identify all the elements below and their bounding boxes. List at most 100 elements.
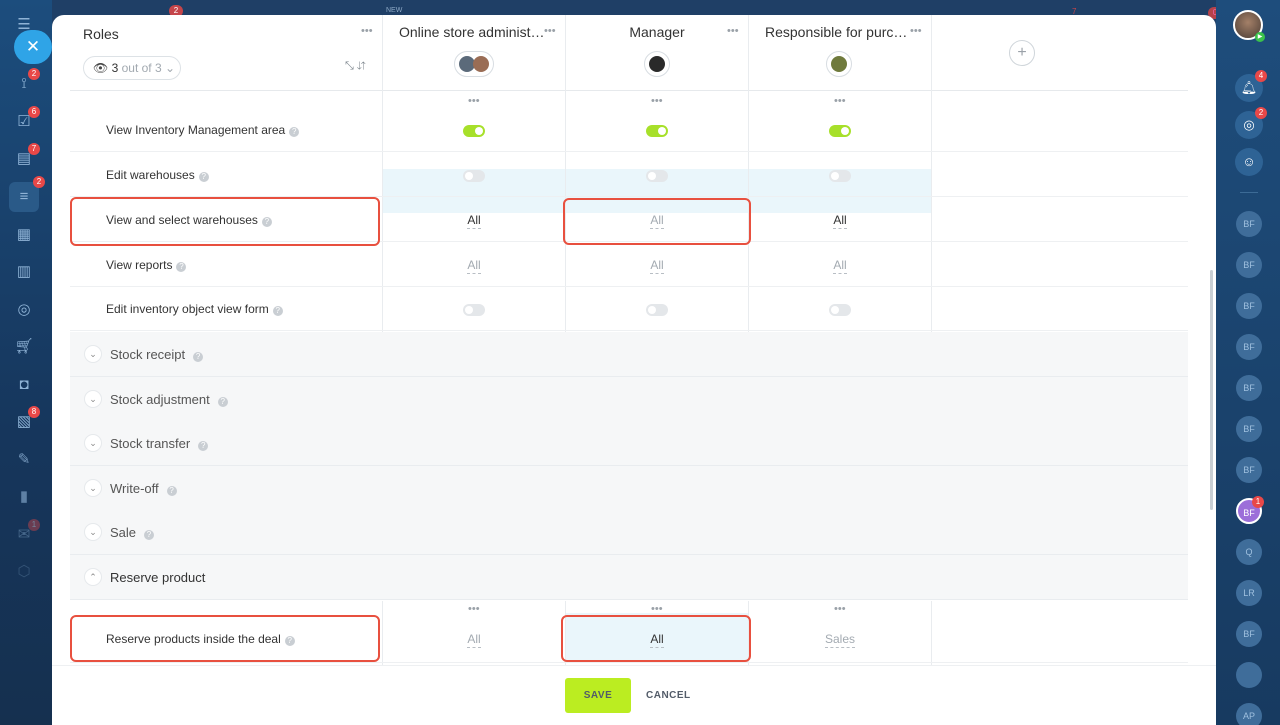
chat-avatar[interactable]: BF xyxy=(1236,457,1262,483)
permission-toggle[interactable] xyxy=(829,169,851,182)
permission-cell[interactable]: All xyxy=(749,243,931,287)
camera-icon[interactable]: ◘ xyxy=(14,375,34,395)
chevron-up-icon[interactable]: ⌃ xyxy=(84,568,102,586)
permission-cell[interactable] xyxy=(566,153,748,197)
calendar-icon[interactable]: ▦ xyxy=(14,225,34,245)
more-icon[interactable]: ••• xyxy=(468,96,480,107)
permission-section[interactable]: ⌄ Stock adjustment? xyxy=(70,377,1188,422)
role-header-online-store-admin[interactable]: Online store administr… xyxy=(383,24,565,40)
permission-cell[interactable] xyxy=(566,287,748,331)
permission-cell[interactable] xyxy=(383,108,565,152)
chat-avatar[interactable]: Q xyxy=(1236,539,1262,565)
permission-section[interactable]: ⌄ Stock receipt? xyxy=(70,332,1188,377)
chat-avatar[interactable]: BF xyxy=(1236,211,1262,237)
chat-avatar[interactable] xyxy=(1236,662,1262,688)
permission-value[interactable]: All xyxy=(833,258,847,274)
help-icon[interactable]: ? xyxy=(166,486,177,496)
inventory-icon[interactable]: ≡ 2 xyxy=(9,176,45,212)
documents-icon[interactable]: ▧ 8 xyxy=(14,406,40,432)
chat-avatar[interactable]: BF xyxy=(1236,375,1262,401)
permission-toggle[interactable] xyxy=(829,303,851,316)
permission-cell[interactable]: All xyxy=(749,198,931,242)
flows-icon[interactable]: ⟟ 2 xyxy=(14,68,40,94)
save-button[interactable]: SAVE xyxy=(565,678,631,713)
permission-cell[interactable] xyxy=(749,108,931,152)
permission-toggle[interactable] xyxy=(463,124,485,137)
help-icon[interactable]: ? xyxy=(198,172,209,182)
cart-icon[interactable]: 🛒︎ xyxy=(14,337,34,357)
permission-cell[interactable] xyxy=(566,108,748,152)
more-icon[interactable]: ••• xyxy=(834,604,846,615)
permission-toggle[interactable] xyxy=(646,303,668,316)
help-icon[interactable]: ? xyxy=(289,127,300,137)
permission-value[interactable]: All xyxy=(467,213,481,229)
chevron-down-icon[interactable]: ⌄ xyxy=(84,390,102,408)
target-icon[interactable]: ◎ xyxy=(14,300,34,320)
tasks-icon[interactable]: ☑ 6 xyxy=(14,106,40,132)
permission-cell[interactable]: All xyxy=(383,615,565,663)
more-icon[interactable]: ••• xyxy=(544,26,556,37)
chevron-down-icon[interactable]: ⌄ xyxy=(84,479,102,497)
chat-avatar[interactable]: BF xyxy=(1236,252,1262,278)
role-header-manager[interactable]: Manager xyxy=(566,24,748,40)
more-icon[interactable]: ••• xyxy=(651,604,663,615)
role-members-avatar[interactable] xyxy=(454,51,494,77)
help-icon[interactable]: ? xyxy=(217,397,228,407)
cancel-button[interactable]: CANCEL xyxy=(646,678,691,713)
crm-icon[interactable]: ▤ 7 xyxy=(14,143,40,169)
permission-toggle[interactable] xyxy=(829,124,851,137)
add-role-button[interactable]: + xyxy=(1009,40,1035,66)
permission-cell[interactable]: All xyxy=(566,243,748,287)
permission-value[interactable]: All xyxy=(833,213,847,229)
permission-cell[interactable]: Sales xyxy=(749,615,931,663)
more-icon[interactable]: ••• xyxy=(910,26,922,37)
permission-toggle[interactable] xyxy=(463,303,485,316)
permission-toggle[interactable] xyxy=(646,169,668,182)
chevron-down-icon[interactable]: ⌄ xyxy=(84,523,102,541)
permission-cell[interactable]: All xyxy=(383,243,565,287)
permission-section[interactable]: ⌄ Stock transfer? xyxy=(70,421,1188,466)
permission-cell[interactable] xyxy=(383,287,565,331)
permission-toggle[interactable] xyxy=(646,124,668,137)
collapse-expand-icon[interactable]: ⤡ ⇵ xyxy=(345,60,366,73)
more-icon[interactable]: ••• xyxy=(468,604,480,615)
roles-filter-pill[interactable]: 👁︎ 3 out of 3 ⌄ xyxy=(83,56,181,80)
permission-cell[interactable] xyxy=(383,153,565,197)
permission-value[interactable]: All xyxy=(650,258,664,274)
help-icon[interactable]: ? xyxy=(193,352,204,362)
chat-avatar[interactable]: BF xyxy=(1236,334,1262,360)
more-icon[interactable]: ••• xyxy=(651,96,663,107)
permission-toggle[interactable] xyxy=(463,169,485,182)
help-icon[interactable]: ? xyxy=(272,306,283,316)
permission-cell[interactable] xyxy=(749,153,931,197)
chevron-down-icon[interactable]: ⌄ xyxy=(84,345,102,363)
role-members-avatar[interactable] xyxy=(644,51,670,77)
permission-section[interactable]: ⌄ Sale? xyxy=(70,510,1188,555)
chevron-down-icon[interactable]: ⌄ xyxy=(84,434,102,452)
help-icon[interactable]: ? xyxy=(176,262,187,272)
chat-avatar[interactable]: BF xyxy=(1236,621,1262,647)
analytics-icon[interactable]: ▮ xyxy=(14,487,34,507)
role-members-avatar[interactable] xyxy=(826,51,852,77)
chat-avatar[interactable]: BF xyxy=(1236,293,1262,319)
permission-section[interactable]: ⌃ Reserve product xyxy=(70,555,1188,600)
help-icon[interactable]: ? xyxy=(144,530,155,540)
chat-avatar[interactable]: AP xyxy=(1236,703,1262,725)
permission-section[interactable]: ⌄ Write-off? xyxy=(70,466,1188,511)
chat-avatar[interactable]: BF xyxy=(1236,416,1262,442)
permission-value[interactable]: All xyxy=(467,632,481,648)
activity-icon[interactable]: ◎ 2 xyxy=(1235,107,1267,139)
permission-cell[interactable]: All xyxy=(383,198,565,242)
store-icon[interactable]: ▥ xyxy=(14,262,34,282)
role-header-purchasing[interactable]: Responsible for purch… xyxy=(749,24,931,40)
more-icon[interactable]: ••• xyxy=(727,26,739,37)
more-icon[interactable]: ••• xyxy=(834,96,846,107)
chat-avatar[interactable]: BF 1 xyxy=(1236,496,1264,524)
more-icon[interactable]: ••• xyxy=(361,26,373,37)
chat-avatar[interactable]: LR xyxy=(1236,580,1262,606)
help-icon[interactable]: ? xyxy=(198,441,209,451)
permission-value[interactable]: Sales xyxy=(824,632,856,648)
sign-icon[interactable]: ✎ xyxy=(14,450,34,470)
permission-value[interactable]: All xyxy=(467,258,481,274)
vertical-scrollbar[interactable] xyxy=(1210,270,1213,510)
